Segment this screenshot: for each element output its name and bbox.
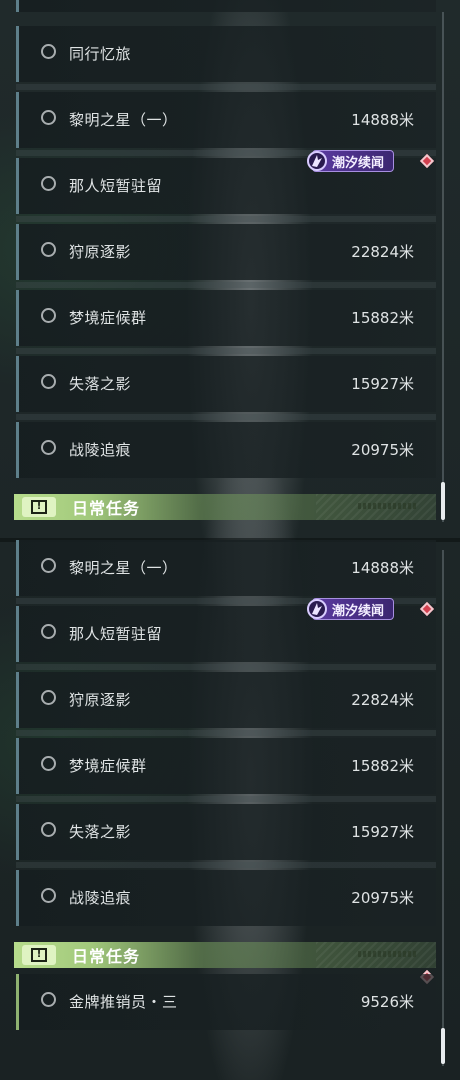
circle-outline-icon bbox=[41, 242, 56, 257]
row-separator bbox=[16, 664, 436, 670]
circle-outline-icon bbox=[41, 110, 56, 125]
quest-name: 黎明之星（一） bbox=[69, 559, 178, 577]
quest-name: 那人短暂驻留 bbox=[69, 177, 163, 195]
circle-outline-icon bbox=[41, 888, 56, 903]
quest-row-partial[interactable] bbox=[16, 0, 436, 12]
decorative-fine-print bbox=[358, 503, 418, 509]
quest-distance: 22824米 bbox=[351, 243, 414, 261]
row-separator bbox=[16, 84, 436, 90]
flame-spark-icon bbox=[307, 599, 327, 619]
row-separator bbox=[16, 862, 436, 868]
quest-row[interactable]: 战陵追痕 20975米 bbox=[16, 422, 436, 478]
row-separator bbox=[16, 414, 436, 420]
quest-row[interactable]: 战陵追痕 20975米 bbox=[16, 870, 436, 926]
event-badge-label: 潮汐续闻 bbox=[332, 603, 385, 619]
quest-row[interactable]: 梦境症候群 15882米 bbox=[16, 290, 436, 346]
event-badge-label: 潮汐续闻 bbox=[332, 155, 385, 171]
quest-name: 梦境症候群 bbox=[69, 757, 147, 775]
quest-name: 那人短暂驻留 bbox=[69, 625, 163, 643]
decorative-fine-print bbox=[358, 951, 418, 957]
event-badge[interactable]: 潮汐续闻 bbox=[307, 598, 395, 620]
circle-outline-icon bbox=[41, 756, 56, 771]
circle-outline-icon bbox=[41, 624, 56, 639]
flame-spark-icon bbox=[307, 151, 327, 171]
quest-row[interactable]: 黎明之星（一） 14888米 bbox=[16, 92, 436, 148]
quest-distance: 22824米 bbox=[351, 691, 414, 709]
quest-distance: 20975米 bbox=[351, 889, 414, 907]
row-separator bbox=[16, 348, 436, 354]
quest-distance: 14888米 bbox=[351, 559, 414, 577]
scrollbar-track[interactable] bbox=[442, 12, 444, 522]
row-separator bbox=[16, 730, 436, 736]
quest-distance: 15927米 bbox=[351, 823, 414, 841]
quest-row[interactable]: 同行忆旅 bbox=[16, 26, 436, 82]
quest-distance: 15927米 bbox=[351, 375, 414, 393]
quest-name: 梦境症候群 bbox=[69, 309, 147, 327]
quest-name: 战陵追痕 bbox=[69, 889, 132, 907]
quest-row[interactable]: 失落之影 15927米 bbox=[16, 356, 436, 412]
quest-name: 金牌推销员・三 bbox=[69, 993, 178, 1011]
quest-distance: 9526米 bbox=[360, 993, 414, 1011]
quest-name: 黎明之星（一） bbox=[69, 111, 178, 129]
quest-distance: 14888米 bbox=[351, 111, 414, 129]
quest-panel-bottom: 黎明之星（一） 14888米 那人短暂驻留 潮汐续闻 狩原逐影 22824米 梦… bbox=[0, 540, 460, 1080]
section-title: 日常任务 bbox=[72, 947, 141, 966]
quest-distance: 20975米 bbox=[351, 441, 414, 459]
scrollbar-thumb[interactable] bbox=[441, 1028, 445, 1064]
row-separator bbox=[16, 216, 436, 222]
quest-name: 同行忆旅 bbox=[69, 45, 132, 63]
circle-outline-icon bbox=[41, 822, 56, 837]
quest-row[interactable]: 失落之影 15927米 bbox=[16, 804, 436, 860]
circle-outline-icon bbox=[41, 558, 56, 573]
circle-outline-icon bbox=[41, 308, 56, 323]
circle-outline-icon bbox=[41, 374, 56, 389]
circle-outline-icon bbox=[41, 176, 56, 191]
quest-row[interactable]: 黎明之星（一） 14888米 bbox=[16, 540, 436, 596]
scrollbar-track[interactable] bbox=[442, 550, 444, 1066]
section-header-daily[interactable]: ! 日常任务 bbox=[14, 942, 436, 968]
quest-name: 失落之影 bbox=[69, 823, 132, 841]
exclamation-box-icon: ! bbox=[22, 497, 56, 517]
event-badge[interactable]: 潮汐续闻 bbox=[307, 150, 395, 172]
circle-outline-icon bbox=[41, 992, 56, 1007]
section-header-daily[interactable]: ! 日常任务 bbox=[14, 494, 436, 520]
row-separator bbox=[16, 282, 436, 288]
scrollbar-thumb[interactable] bbox=[441, 482, 445, 520]
exclamation-box-icon: ! bbox=[22, 945, 56, 965]
quest-row[interactable]: 狩原逐影 22824米 bbox=[16, 224, 436, 280]
quest-name: 战陵追痕 bbox=[69, 441, 132, 459]
circle-outline-icon bbox=[41, 440, 56, 455]
circle-outline-icon bbox=[41, 690, 56, 705]
quest-distance: 15882米 bbox=[351, 757, 414, 775]
quest-row[interactable]: 狩原逐影 22824米 bbox=[16, 672, 436, 728]
quest-distance: 15882米 bbox=[351, 309, 414, 327]
quest-panel-top: 同行忆旅 黎明之星（一） 14888米 那人短暂驻留 潮汐续闻 狩原逐影 228… bbox=[0, 0, 460, 540]
circle-outline-icon bbox=[41, 44, 56, 59]
section-title: 日常任务 bbox=[72, 499, 141, 518]
quest-name: 狩原逐影 bbox=[69, 691, 132, 709]
quest-name: 失落之影 bbox=[69, 375, 132, 393]
row-separator bbox=[16, 796, 436, 802]
quest-name: 狩原逐影 bbox=[69, 243, 132, 261]
quest-row[interactable]: 梦境症候群 15882米 bbox=[16, 738, 436, 794]
daily-quest-row[interactable]: 金牌推销员・三 9526米 bbox=[16, 974, 436, 1030]
